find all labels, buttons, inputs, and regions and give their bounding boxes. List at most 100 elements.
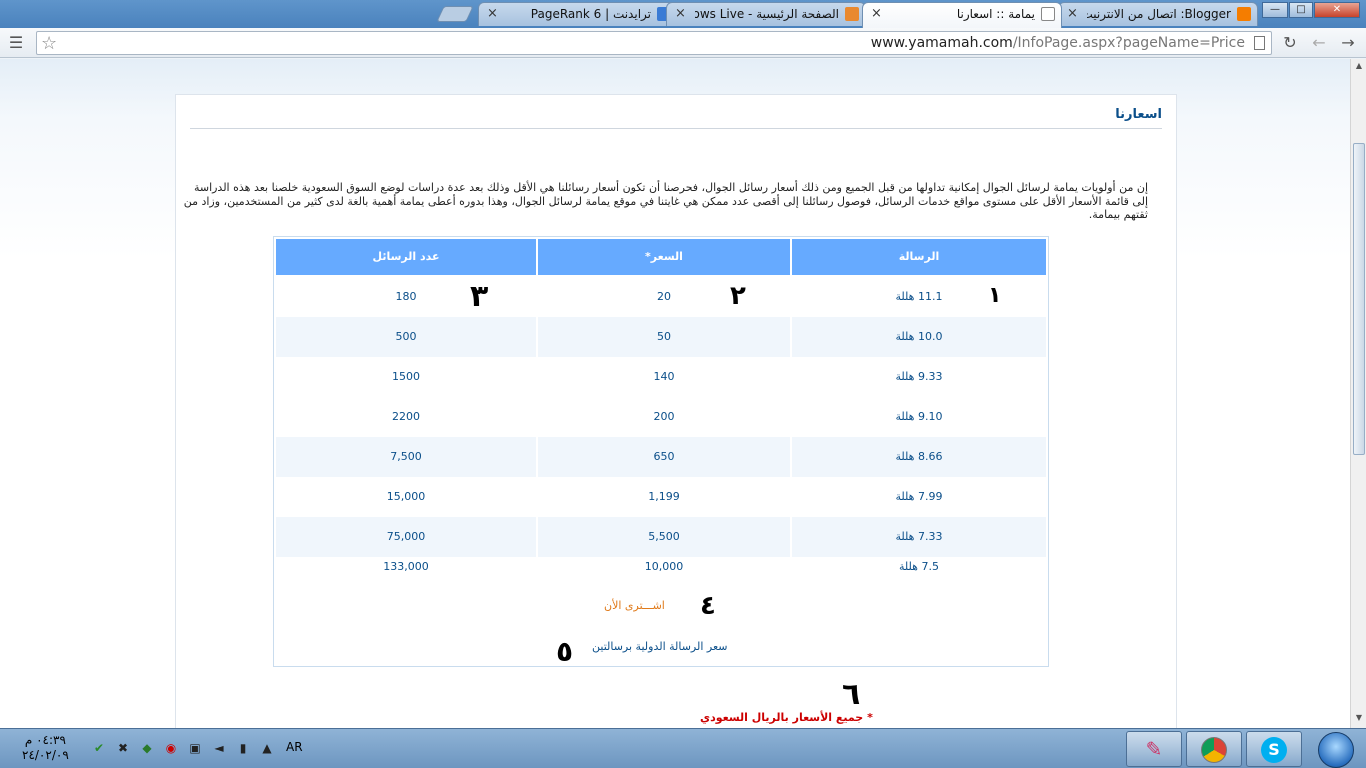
cell-count: 180 xyxy=(395,290,417,303)
scrollbar-thumb[interactable] xyxy=(1353,143,1365,455)
show-hidden-icons-icon[interactable]: ▲ xyxy=(260,741,274,755)
currency-note-text: جميع الأسعار بالريال السعودي xyxy=(700,711,864,724)
table-row: 7.5 هللة 10,000 133,000 xyxy=(276,552,1046,582)
cell-price: 200 xyxy=(653,410,675,423)
table-row: 7.33 هللة 5,500 75,000 xyxy=(276,517,1046,557)
start-button[interactable] xyxy=(1318,732,1354,768)
buy-now-link[interactable]: اشـــترى الأن xyxy=(604,599,665,612)
table-row: 8.66 هللة 650 7,500 xyxy=(276,437,1046,477)
cell-count: 500 xyxy=(276,317,536,357)
cell-price: 50 xyxy=(538,317,790,357)
cell-price: 140 xyxy=(653,370,675,383)
tab-yamamah-prices[interactable]: × يمامة :: اسعارنا xyxy=(862,2,1062,28)
cell-count: 133,000 xyxy=(383,560,429,573)
close-tab-icon[interactable]: × xyxy=(675,3,686,25)
cell-message-price: 7.5 هللة xyxy=(899,560,939,573)
page-info-icon[interactable] xyxy=(1254,36,1265,50)
annotation-1: ١ xyxy=(988,283,1002,308)
cell-price: 5,500 xyxy=(538,517,790,557)
bookmark-star-icon[interactable]: ☆ xyxy=(41,33,57,54)
page-scrollbar[interactable]: ▲ ▼ xyxy=(1350,59,1366,728)
paint-taskbar-button[interactable]: ✎ xyxy=(1126,731,1182,767)
cell-price: 1,199 xyxy=(648,490,680,503)
cell-count: 2200 xyxy=(392,410,420,423)
antivirus-icon[interactable]: ◉ xyxy=(164,741,178,755)
maximize-button[interactable]: □ xyxy=(1289,2,1313,18)
url-domain: www.yamamah.com xyxy=(870,35,1013,51)
tab-title: الصفحة الرئيسية - Windows Live xyxy=(695,7,839,21)
system-clock[interactable]: ٠٤:٣٩ م ٢٤/٠٢/٠٩ xyxy=(22,733,69,763)
chrome-taskbar-button[interactable] xyxy=(1186,731,1242,767)
paint-icon: ✎ xyxy=(1145,737,1163,761)
tab-trident[interactable]: × ترايدنت | PageRank 6 xyxy=(478,2,678,26)
international-message-price-link[interactable]: سعر الرسالة الدولية برسالتين xyxy=(592,640,728,653)
tab-title: ترايدنت | PageRank 6 xyxy=(530,7,651,21)
heading-divider xyxy=(190,128,1162,129)
column-header-price: السعر* xyxy=(538,239,790,275)
cell-message-price: 7.33 هللة xyxy=(792,517,1046,557)
close-window-button[interactable]: ✕ xyxy=(1314,2,1360,18)
menu-icon[interactable]: ☰ xyxy=(6,33,26,53)
annotation-6: ٦ xyxy=(842,677,861,712)
blogger-favicon-icon xyxy=(1237,7,1251,21)
table-row: 9.10 هللة 200 2200 xyxy=(276,397,1046,437)
minimize-button[interactable]: — xyxy=(1262,2,1288,18)
cell-message-price: 9.10 هللة xyxy=(895,410,943,423)
tab-title: Blogger: اتصال من الانترنيت xyxy=(1087,7,1231,21)
network-error-icon[interactable]: ✖ xyxy=(116,741,130,755)
url-path: /InfoPage.aspx?pageName=Price xyxy=(1012,35,1245,51)
page-favicon-icon xyxy=(1041,7,1055,21)
cell-count: 75,000 xyxy=(276,517,536,557)
cell-price: 20 xyxy=(657,290,671,303)
annotation-5: ٥ xyxy=(556,635,574,668)
note-asterisk: * xyxy=(867,711,873,724)
cell-count: 1500 xyxy=(392,370,420,383)
browser-tab-strip: × ترايدنت | PageRank 6 × الصفحة الرئيسية… xyxy=(0,0,1366,28)
language-indicator[interactable]: AR xyxy=(286,740,303,754)
close-tab-icon[interactable]: × xyxy=(871,3,882,25)
windows-live-favicon-icon xyxy=(845,7,859,21)
cell-message-price: 9.33 هللة xyxy=(895,370,943,383)
cell-count: 15,000 xyxy=(386,490,426,503)
cell-price: 10,000 xyxy=(644,560,684,573)
skype-taskbar-button[interactable]: S xyxy=(1246,731,1302,767)
close-tab-icon[interactable]: × xyxy=(1067,3,1078,25)
new-tab-button[interactable] xyxy=(436,6,474,22)
address-bar[interactable]: ☆ www.yamamah.com/InfoPage.aspx?pageName… xyxy=(36,31,1272,55)
close-tab-icon[interactable]: × xyxy=(487,3,498,25)
forward-arrow-icon[interactable]: ← xyxy=(1309,33,1329,53)
tab-title: يمامة :: اسعارنا xyxy=(956,7,1035,21)
clock-date: ٢٤/٠٢/٠٩ xyxy=(22,748,69,762)
tab-blogger[interactable]: × Blogger: اتصال من الانترنيت xyxy=(1058,2,1258,26)
clock-time: ٠٤:٣٩ م xyxy=(24,733,66,747)
scroll-up-icon[interactable]: ▲ xyxy=(1353,61,1365,73)
volume-icon[interactable]: ◄ xyxy=(212,741,226,755)
browser-toolbar: ☰ ☆ www.yamamah.com/InfoPage.aspx?pageNa… xyxy=(0,28,1366,58)
column-header-message: الرسالة xyxy=(792,239,1046,275)
cell-message-price: 11.1 هللة xyxy=(895,290,943,303)
intro-paragraph: إن من أولويات يمامة لرسائل الجوال إمكاني… xyxy=(183,181,1148,221)
cell-message-price: 10.0 هللة xyxy=(792,317,1046,357)
tab-windows-live[interactable]: × الصفحة الرئيسية - Windows Live xyxy=(666,2,866,26)
address-bar-url: www.yamamah.com/InfoPage.aspx?pageName=P… xyxy=(871,35,1245,51)
cell-message-price: 8.66 هللة xyxy=(792,437,1046,477)
annotation-3: ٣ xyxy=(470,279,489,314)
cell-message-price: 7.99 هللة xyxy=(895,490,943,503)
back-arrow-icon[interactable]: → xyxy=(1338,33,1358,53)
annotation-2: ٢ xyxy=(730,281,746,311)
network-icon[interactable]: ◆ xyxy=(140,741,154,755)
battery-icon[interactable]: ▮ xyxy=(236,741,250,755)
content-card: اسعارنا إن من أولويات يمامة لرسائل الجوا… xyxy=(175,94,1177,728)
action-center-icon[interactable]: ✔ xyxy=(92,741,106,755)
table-row: 9.33 هللة 140 1500 xyxy=(276,357,1046,397)
scroll-down-icon[interactable]: ▼ xyxy=(1353,713,1365,725)
skype-icon: S xyxy=(1261,737,1287,763)
reload-icon[interactable]: ↻ xyxy=(1280,33,1300,53)
page-title: اسعارنا xyxy=(1115,107,1162,122)
chrome-icon xyxy=(1201,737,1227,763)
price-table: الرسالة السعر* عدد الرسائل 11.1 هللة 20 … xyxy=(273,236,1049,667)
windows-taskbar: ٠٤:٣٩ م ٢٤/٠٢/٠٩ ✔ ✖ ◆ ◉ ▣ ◄ ▮ ▲ AR ✎ S xyxy=(0,728,1366,768)
table-row: 11.1 هللة 20 180 xyxy=(276,277,1046,317)
annotation-4: ٤ xyxy=(700,591,716,621)
display-icon[interactable]: ▣ xyxy=(188,741,202,755)
